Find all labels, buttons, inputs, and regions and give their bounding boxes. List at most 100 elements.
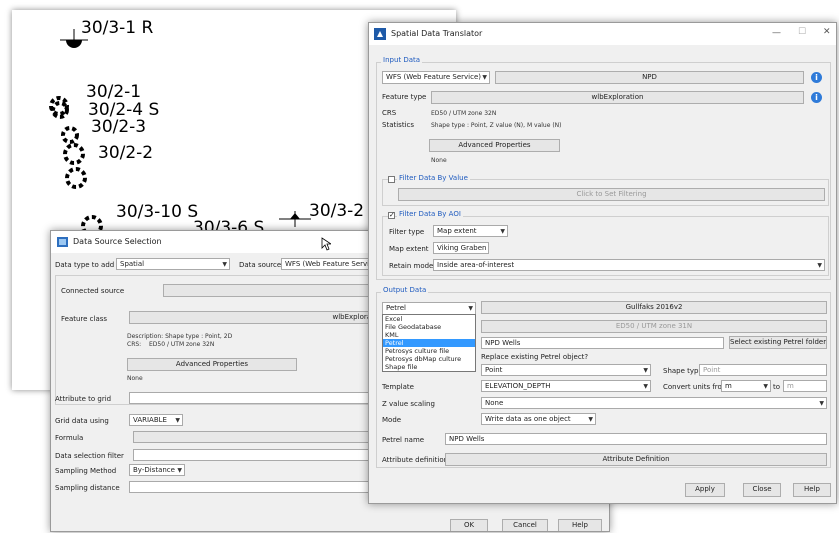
dropdown-arrow-icon: ▼: [817, 262, 822, 269]
crs-label: CRS:: [127, 341, 142, 348]
app-icon: [374, 28, 386, 40]
z-scaling-label: Z value scaling: [382, 400, 435, 408]
dropdown-arrow-icon: ▼: [763, 383, 768, 390]
petrel-name-input[interactable]: NPD Wells: [445, 433, 827, 445]
dialog-title: Data Source Selection: [73, 237, 162, 246]
template-select[interactable]: ELEVATION_DEPTH ▼: [481, 380, 651, 392]
output-name-value: NPD Wells: [485, 339, 521, 347]
grid-data-select[interactable]: VARIABLE ▼: [129, 414, 183, 426]
formula-input[interactable]: [133, 431, 385, 443]
filter-by-aoi-checkbox[interactable]: ✓: [388, 212, 395, 219]
data-type-select[interactable]: Spatial ▼: [116, 258, 230, 270]
sampling-method-value: By-Distance: [133, 466, 175, 474]
ok-button[interactable]: OK: [450, 519, 488, 531]
data-source-select[interactable]: WFS (Web Feature Servic: [281, 258, 381, 270]
attribute-definition-label: Attribute definition: [382, 456, 449, 464]
map-extent-select[interactable]: Viking Graben: [433, 242, 489, 254]
data-source-label: Data source: [239, 261, 282, 269]
cancel-button[interactable]: Cancel: [502, 519, 548, 531]
output-data-group-title: Output Data: [381, 286, 429, 294]
statistics-label: Statistics: [382, 121, 414, 129]
retain-mode-label: Retain mode: [389, 262, 434, 270]
template-label: Template: [382, 383, 414, 391]
connected-source-button[interactable]: [163, 284, 385, 297]
advanced-properties-button[interactable]: Advanced Properties: [127, 358, 297, 371]
filter-type-select[interactable]: Map extent ▼: [433, 225, 508, 237]
feature-type-button[interactable]: wlbExploration: [431, 91, 804, 104]
title-bar: Spatial Data Translator — ☐ ✕: [369, 23, 836, 45]
crs-value: ED50 / UTM zone 32N: [149, 341, 215, 348]
well-label: 30/2-1: [86, 82, 142, 102]
well-label: 30/3-2: [309, 201, 365, 221]
replace-object-label: Replace existing Petrel object?: [481, 353, 589, 361]
app-icon: [57, 237, 68, 247]
sampling-distance-label: Sampling distance: [55, 484, 120, 492]
statistics-value: Shape type : Point, Z value (N), M value…: [431, 122, 562, 129]
well-label: 30/3-10 S: [116, 202, 199, 222]
well-symbol-30-2-2: [63, 143, 85, 165]
dropdown-option[interactable]: Petrosys culture file: [383, 347, 475, 355]
input-source-select[interactable]: WFS (Web Feature Service) ▼: [382, 71, 490, 84]
advanced-properties-button[interactable]: Advanced Properties: [429, 139, 560, 152]
attribute-definition-button[interactable]: Attribute Definition: [445, 453, 827, 466]
none-text: None: [431, 157, 447, 164]
filter-by-value-checkbox[interactable]: [388, 176, 395, 183]
info-icon[interactable]: i: [811, 72, 822, 83]
data-selection-filter-input[interactable]: [133, 449, 385, 461]
well-symbol-30-2-4s: [51, 101, 69, 119]
convert-units-label: Convert units from: [663, 383, 729, 391]
attribute-to-grid-label: Attribute to grid: [55, 395, 112, 403]
dropdown-option[interactable]: Excel: [383, 315, 475, 323]
dropdown-option-selected[interactable]: Petrel: [383, 339, 475, 347]
sampling-method-select[interactable]: By-Distance ▼: [129, 464, 185, 476]
input-source-value: WFS (Web Feature Service): [386, 73, 481, 81]
crs-value: ED50 / UTM zone 32N: [431, 110, 497, 117]
z-scaling-select[interactable]: None ▼: [481, 397, 827, 409]
dropdown-arrow-icon: ▼: [222, 261, 227, 268]
dropdown-arrow-icon: ▼: [468, 305, 473, 312]
filter-type-label: Filter type: [389, 228, 425, 236]
shape-type-input[interactable]: Point: [699, 364, 827, 376]
output-format-value: Petrel: [386, 304, 406, 312]
to-label: to: [773, 383, 781, 391]
help-button[interactable]: Help: [793, 483, 831, 497]
filter-type-value: Map extent: [437, 227, 477, 235]
npd-button[interactable]: NPD: [495, 71, 804, 84]
close-icon[interactable]: ✕: [823, 27, 831, 37]
retain-mode-select[interactable]: Inside area-of-interest ▼: [433, 259, 825, 271]
apply-button[interactable]: Apply: [685, 483, 725, 497]
unit-from-select[interactable]: m ▼: [721, 380, 771, 392]
minimize-icon[interactable]: —: [772, 28, 781, 38]
map-extent-label: Map extent: [389, 245, 429, 253]
close-button[interactable]: Close: [743, 483, 781, 497]
none-text: None: [127, 375, 143, 382]
maximize-icon[interactable]: ☐: [798, 27, 806, 37]
z-scaling-value: None: [485, 399, 504, 407]
dropdown-option[interactable]: Shape file: [383, 363, 475, 371]
select-petrel-folder-button[interactable]: Select existing Petrel folder ...: [729, 336, 827, 349]
set-filtering-button[interactable]: Click to Set Filtering: [398, 188, 825, 201]
dropdown-option[interactable]: KML: [383, 331, 475, 339]
formula-label: Formula: [55, 434, 84, 442]
help-button[interactable]: Help: [558, 519, 602, 531]
geometry-type-select[interactable]: Point ▼: [481, 364, 651, 376]
attribute-to-grid-select[interactable]: [129, 392, 385, 404]
feature-type-label: Feature type: [382, 93, 427, 101]
petrel-name-value: NPD Wells: [449, 435, 485, 443]
well-symbol-30-3-2: [279, 211, 311, 227]
dropdown-arrow-icon: ▼: [177, 467, 182, 474]
sampling-distance-input[interactable]: [129, 481, 385, 493]
feature-class-button[interactable]: wlbExploratio: [129, 311, 385, 324]
mode-select[interactable]: Write data as one object ▼: [481, 413, 596, 425]
well-label: 30/2-2: [98, 143, 154, 163]
dropdown-option[interactable]: File Geodatabase: [383, 323, 475, 331]
dropdown-option[interactable]: Petrosys dbMap culture: [383, 355, 475, 363]
project-button[interactable]: Gullfaks 2016v2: [481, 301, 827, 314]
unit-to-input[interactable]: m: [783, 380, 827, 392]
output-name-input[interactable]: NPD Wells: [481, 337, 724, 349]
filter-by-value-title: Filter Data By Value: [397, 174, 470, 182]
output-crs-button[interactable]: ED50 / UTM zone 31N: [481, 320, 827, 333]
data-source-value: WFS (Web Feature Servic: [285, 260, 373, 268]
well-symbol-30-2-2b: [65, 167, 87, 189]
info-icon[interactable]: i: [811, 92, 822, 103]
